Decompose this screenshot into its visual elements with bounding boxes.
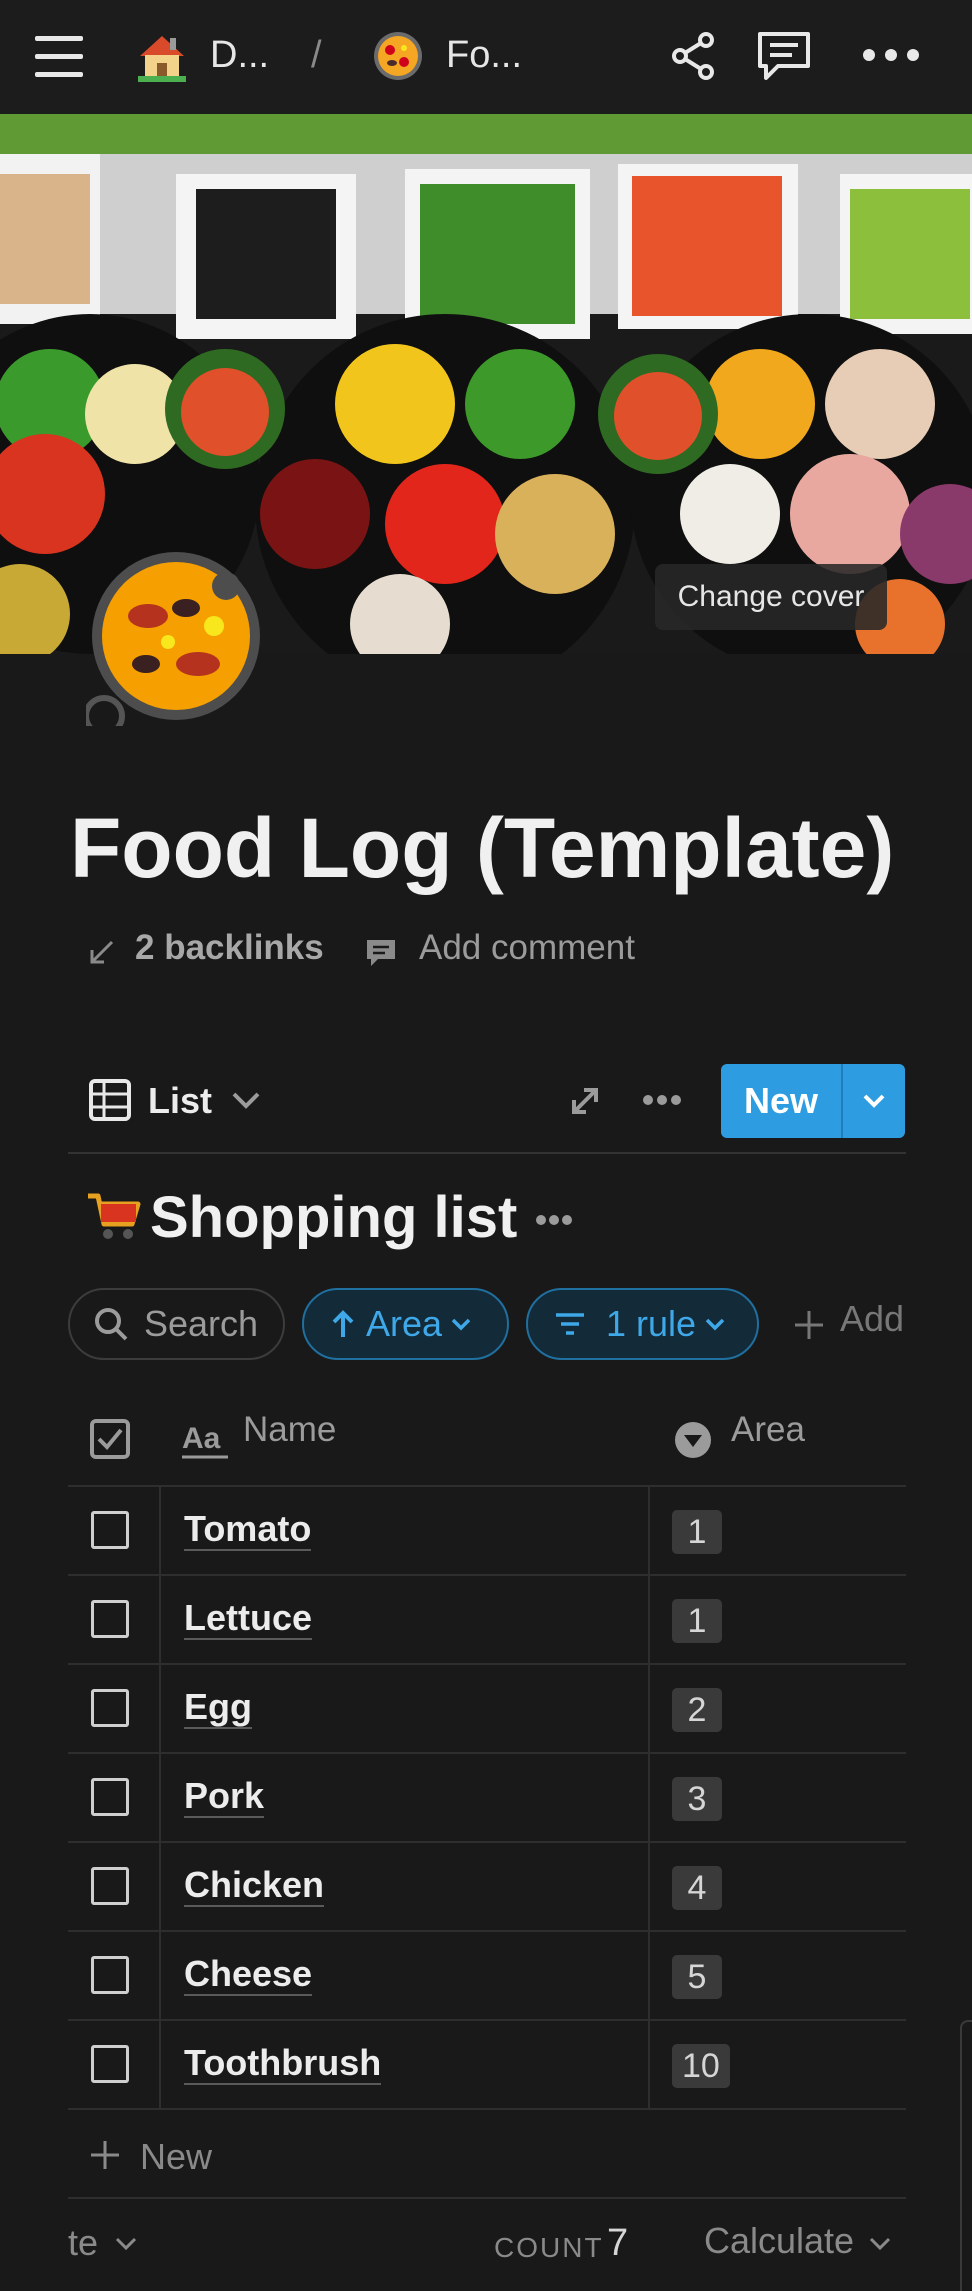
table-row[interactable]: Cheese 5 — [68, 1932, 906, 2021]
row-area-badge[interactable]: 2 — [672, 1688, 722, 1732]
row-checkbox[interactable] — [91, 1511, 129, 1549]
house-emoji-icon — [138, 36, 186, 82]
breadcrumb-separator: / — [311, 34, 322, 76]
add-filter-clip: Add — [840, 1298, 906, 1348]
new-dropdown-chevron-icon[interactable] — [859, 1088, 889, 1114]
more-icon[interactable] — [862, 48, 920, 62]
search-label: Search — [144, 1303, 259, 1344]
comment-icon[interactable] — [754, 28, 814, 84]
chevron-down-icon — [705, 1318, 725, 1331]
share-icon[interactable] — [668, 30, 720, 82]
backlink-arrow-icon — [90, 940, 114, 964]
backlinks-link[interactable]: 2 backlinks — [135, 928, 324, 968]
row-name[interactable]: Cheese — [184, 1954, 313, 1996]
column-divider — [648, 1487, 650, 2110]
calculate-button[interactable]: Calculate — [704, 2220, 854, 2262]
top-bar: D... / Fo... — [0, 0, 972, 114]
change-cover-button[interactable]: Change cover — [655, 564, 887, 630]
table-row[interactable]: Chicken 4 — [68, 1843, 906, 1932]
plus-icon[interactable] — [792, 1308, 826, 1342]
row-checkbox[interactable] — [91, 1778, 129, 1816]
row-area-badge[interactable]: 4 — [672, 1866, 722, 1910]
menu-icon[interactable] — [35, 36, 83, 78]
row-checkbox[interactable] — [91, 2045, 129, 2083]
text-aa-icon: Aa — [182, 1422, 228, 1459]
table-icon — [89, 1079, 131, 1121]
count-label: COUNT — [494, 2232, 604, 2263]
row-name[interactable]: Lettuce — [184, 1598, 313, 1640]
row-area-badge[interactable]: 5 — [672, 1955, 722, 1999]
view-divider — [68, 1152, 906, 1154]
row-checkbox[interactable] — [91, 1600, 129, 1638]
breadcrumb-current[interactable]: Fo... — [446, 34, 522, 77]
row-checkbox[interactable] — [91, 1867, 129, 1905]
table-row[interactable]: Pork 3 — [68, 1754, 906, 1843]
chevron-down-icon — [451, 1318, 471, 1331]
breadcrumb-parent[interactable]: D... — [210, 34, 269, 77]
chevron-down-icon[interactable] — [114, 2234, 138, 2252]
table-row[interactable]: Lettuce 1 — [68, 1576, 906, 1665]
row-area-badge[interactable]: 3 — [672, 1777, 722, 1821]
sort-chip[interactable]: Area — [302, 1288, 509, 1360]
row-area-badge[interactable]: 1 — [672, 1510, 722, 1554]
filter-chip[interactable]: 1 rule — [526, 1288, 759, 1360]
search-chip[interactable]: Search — [68, 1288, 285, 1360]
add-comment-button[interactable]: Add comment — [419, 928, 635, 968]
filter-chip-label: 1 rule — [606, 1303, 697, 1344]
database-more-icon[interactable] — [535, 1214, 573, 1226]
chevron-down-icon[interactable] — [868, 2234, 892, 2252]
database-title[interactable]: Shopping list — [150, 1184, 517, 1251]
arrow-up-icon — [332, 1310, 354, 1337]
chevron-down-icon[interactable] — [230, 1088, 262, 1112]
row-area-badge[interactable]: 1 — [672, 1599, 722, 1643]
view-more-icon[interactable] — [642, 1094, 682, 1106]
table-row[interactable]: Toothbrush 10 — [68, 2021, 906, 2110]
scrollbar-edge[interactable] — [960, 2020, 972, 2291]
row-checkbox[interactable] — [91, 1956, 129, 1994]
row-name[interactable]: Chicken — [184, 1865, 325, 1907]
select-property-icon — [675, 1422, 711, 1458]
row-checkbox[interactable] — [91, 1689, 129, 1727]
row-name[interactable]: Egg — [184, 1687, 252, 1729]
count-value: 7 — [607, 2222, 629, 2264]
sort-chip-label: Area — [366, 1303, 443, 1344]
new-row-button[interactable]: New — [140, 2136, 212, 2178]
add-filter-label[interactable]: Add — [840, 1298, 904, 1339]
row-name[interactable]: Toothbrush — [184, 2043, 382, 2085]
footer-divider — [68, 2197, 906, 2199]
page-title[interactable]: Food Log (Template) — [70, 800, 894, 897]
table-row[interactable]: Tomato 1 — [68, 1487, 906, 1576]
filter-lines-icon — [556, 1313, 584, 1335]
footer-calc-left[interactable]: te — [68, 2222, 98, 2264]
svg-text:Aa: Aa — [182, 1422, 221, 1455]
column-header-name[interactable]: Name — [243, 1410, 336, 1450]
comment-bubble-icon — [367, 940, 395, 966]
page-icon-paella[interactable] — [86, 546, 266, 726]
row-area-badge[interactable]: 10 — [672, 2044, 730, 2088]
cart-emoji-icon — [88, 1193, 141, 1239]
paella-emoji-icon — [374, 32, 422, 80]
new-button[interactable]: New — [721, 1064, 905, 1138]
new-button-divider — [841, 1064, 843, 1138]
table-row[interactable]: Egg 2 — [68, 1665, 906, 1754]
new-button-label[interactable]: New — [721, 1064, 841, 1138]
search-icon — [95, 1308, 128, 1341]
plus-icon[interactable] — [88, 2138, 122, 2172]
row-divider — [68, 2108, 906, 2110]
row-name[interactable]: Tomato — [184, 1509, 312, 1551]
checkbox-header-icon[interactable] — [89, 1418, 131, 1460]
expand-icon[interactable] — [568, 1084, 602, 1118]
row-name[interactable]: Pork — [184, 1776, 265, 1818]
column-divider — [159, 1487, 161, 2110]
view-selector[interactable]: List — [148, 1080, 212, 1122]
column-header-area[interactable]: Area — [731, 1410, 805, 1450]
